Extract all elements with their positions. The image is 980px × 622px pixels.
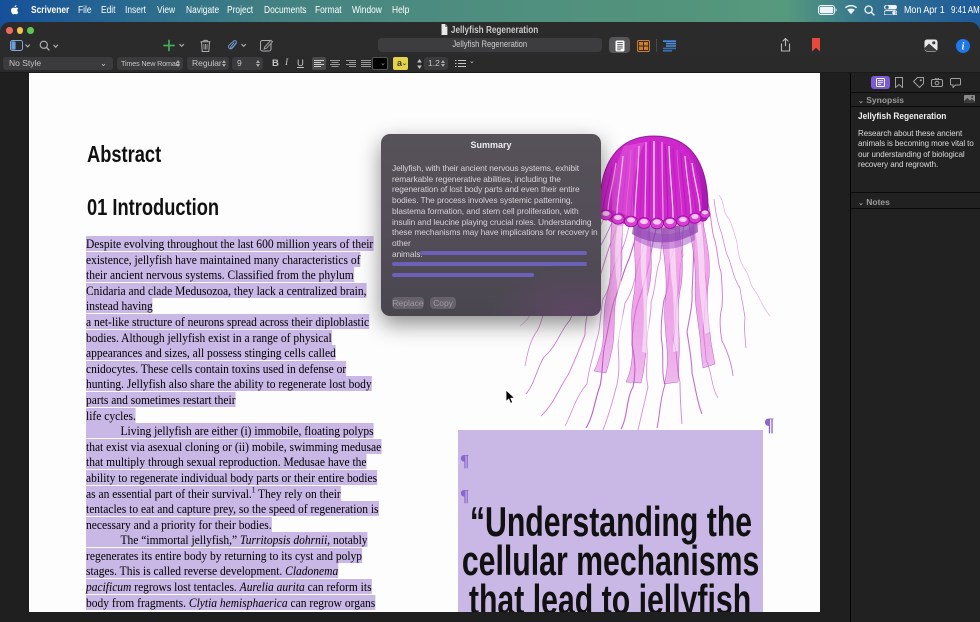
svg-text:i: i: [962, 41, 965, 52]
